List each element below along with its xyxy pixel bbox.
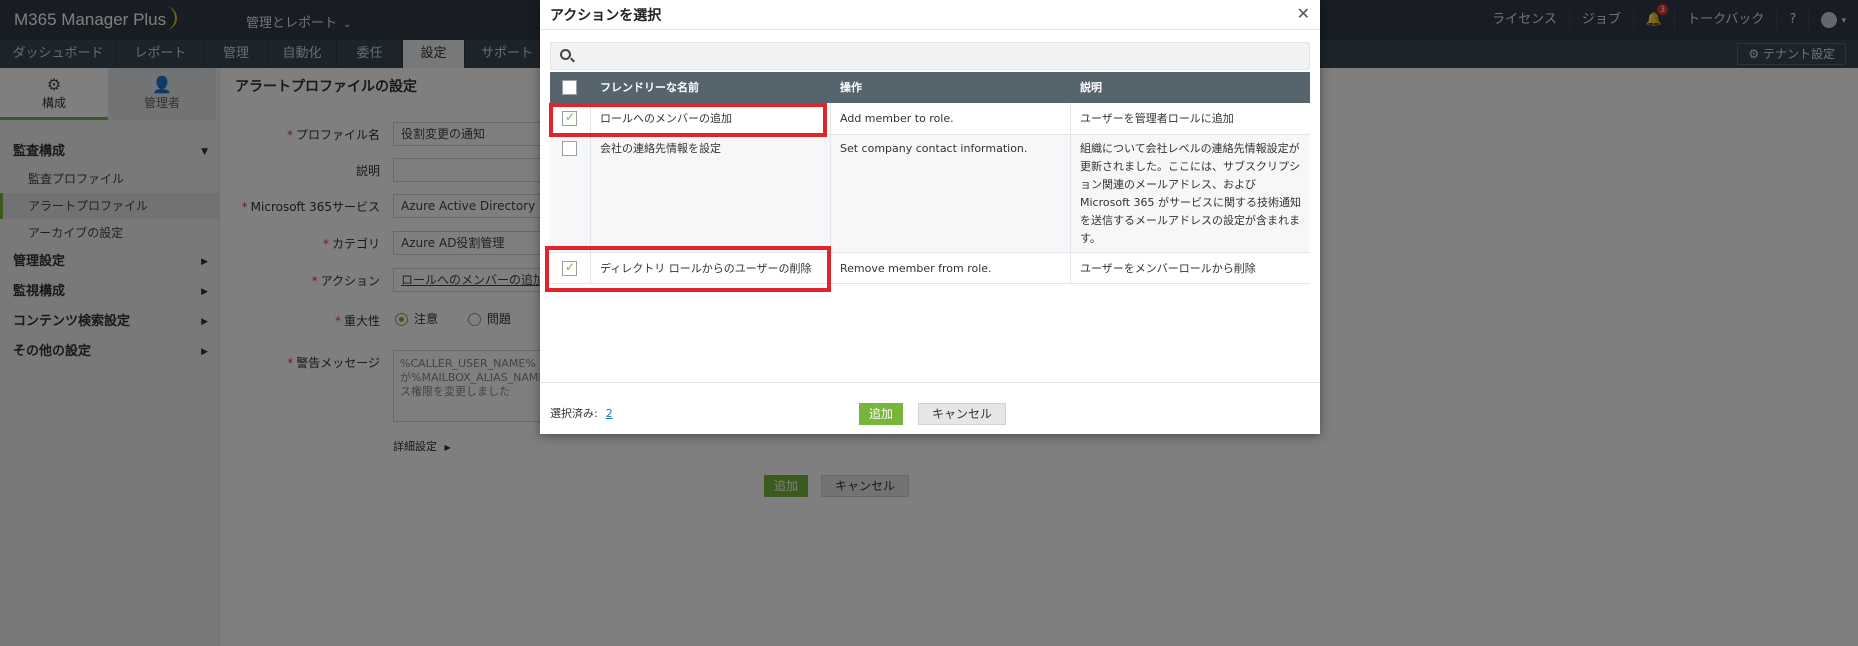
close-icon[interactable]: ✕: [1297, 4, 1310, 23]
search-bar: [550, 42, 1310, 70]
highlight-box: [545, 246, 831, 292]
selected-count-link[interactable]: 2: [606, 407, 613, 420]
select-action-dialog: アクションを選択 ✕ フレンドリーな名前 操作 説明 ロールへのメンバーの追加 …: [540, 0, 1320, 434]
table-row[interactable]: 会社の連絡先情報を設定 Set company contact informat…: [550, 135, 1310, 253]
row-checkbox[interactable]: [562, 141, 577, 156]
search-icon: [560, 49, 571, 60]
column-divider: [830, 103, 831, 134]
column-divider: [1070, 253, 1071, 283]
column-divider: [830, 135, 831, 252]
table-header: フレンドリーな名前 操作 説明: [550, 72, 1310, 103]
column-header-name[interactable]: フレンドリーな名前: [600, 72, 699, 103]
selected-count-label: 選択済み: 2: [550, 405, 613, 421]
column-divider: [590, 135, 591, 252]
row-description: ユーザーを管理者ロールに追加: [1080, 112, 1234, 125]
row-description: 組織について会社レベルの連絡先情報設定が更新されました。ここには、サブスクリプシ…: [1080, 142, 1302, 245]
column-header-operation[interactable]: 操作: [840, 72, 862, 103]
column-header-description[interactable]: 説明: [1080, 72, 1102, 103]
row-name: 会社の連絡先情報を設定: [600, 142, 721, 155]
row-operation: Remove member from role.: [840, 262, 992, 275]
dialog-footer: 選択済み: 2 追加 キャンセル: [540, 382, 1320, 434]
column-divider: [1070, 135, 1071, 252]
row-description: ユーザーをメンバーロールから削除: [1080, 262, 1256, 275]
highlight-box: [549, 103, 827, 137]
dialog-add-button[interactable]: 追加: [859, 403, 904, 425]
select-all-checkbox[interactable]: [562, 80, 577, 95]
column-divider: [1070, 103, 1071, 134]
selected-label-text: 選択済み:: [550, 407, 598, 420]
row-operation: Set company contact information.: [840, 142, 1028, 155]
search-input[interactable]: [579, 47, 1299, 65]
dialog-title: アクションを選択: [550, 8, 662, 24]
row-operation: Add member to role.: [840, 112, 954, 125]
dialog-header: アクションを選択 ✕: [540, 0, 1320, 30]
dialog-cancel-button[interactable]: キャンセル: [918, 403, 1007, 425]
